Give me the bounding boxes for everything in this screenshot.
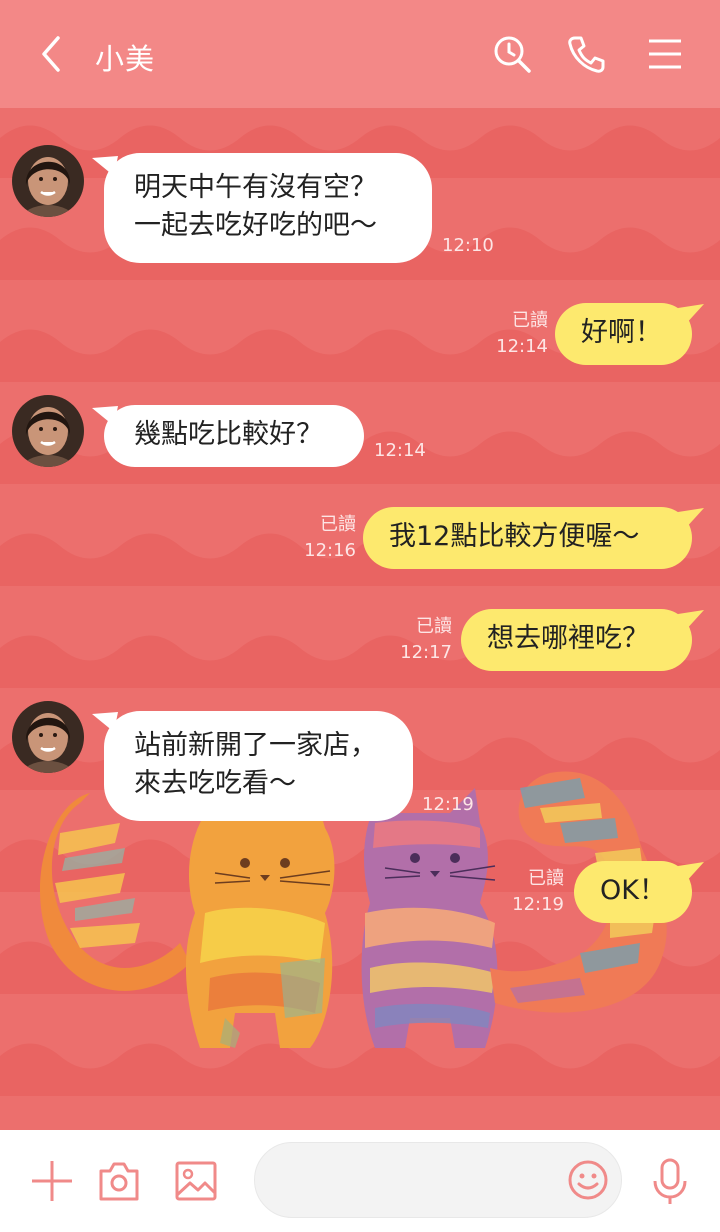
back-icon (42, 36, 60, 72)
mic-icon (653, 1158, 687, 1204)
message-text: 來去吃吃看～ (134, 768, 296, 799)
search-icon (494, 36, 531, 73)
message-time: 12:19 (422, 794, 474, 815)
message-meta: 已讀 12:14 (490, 308, 548, 360)
phone-icon (568, 36, 605, 73)
message-bubble-outgoing[interactable]: 我12點比較方便喔～ (363, 507, 692, 569)
message-text: 明天中午有沒有空？ (134, 172, 377, 203)
message-bubble-incoming[interactable]: 明天中午有沒有空？ 一起去吃好吃的吧～ (104, 153, 432, 263)
message-time: 12:14 (496, 336, 548, 357)
menu-icon (649, 39, 681, 69)
contact-avatar[interactable] (12, 701, 84, 773)
read-receipt: 已讀 (528, 868, 564, 889)
contact-name: 小美 (95, 42, 156, 76)
message-text: 想去哪裡吃？ (487, 623, 649, 654)
contact-avatar[interactable] (12, 395, 84, 467)
menu-button[interactable] (646, 34, 686, 74)
avatar-photo (12, 701, 84, 773)
message-text: OK！ (600, 875, 666, 906)
read-receipt: 已讀 (320, 514, 356, 535)
message-text: 站前新開了一家店， (134, 730, 377, 761)
camera-button[interactable] (97, 1159, 141, 1207)
message-text: 好啊！ (581, 317, 662, 348)
message-meta: 已讀 12:16 (298, 512, 356, 564)
read-receipt: 已讀 (512, 310, 548, 331)
chat-area[interactable]: 明天中午有沒有空？ 一起去吃好吃的吧～ 12:10 已讀 12:14 好啊！ 幾… (0, 108, 720, 1130)
message-text: 幾點吃比較好？ (134, 419, 323, 450)
avatar-photo (12, 395, 84, 467)
message-bubble-outgoing[interactable]: OK！ (574, 861, 692, 923)
back-button[interactable] (34, 34, 74, 74)
call-button[interactable] (566, 34, 606, 74)
emoji-button[interactable] (567, 1159, 609, 1205)
message-time: 12:19 (512, 894, 564, 915)
image-icon (175, 1161, 217, 1201)
message-input[interactable] (254, 1142, 622, 1218)
plus-icon (32, 1161, 72, 1201)
message-time: 12:10 (442, 235, 494, 256)
message-bubble-incoming[interactable]: 幾點吃比較好？ (104, 405, 364, 467)
gallery-button[interactable] (174, 1159, 218, 1207)
message-text: 我12點比較方便喔～ (389, 521, 640, 552)
voice-button[interactable] (650, 1157, 690, 1209)
emoji-icon (568, 1160, 608, 1200)
message-time: 12:17 (400, 642, 452, 663)
read-receipt: 已讀 (416, 616, 452, 637)
message-field[interactable] (279, 1163, 563, 1190)
add-button[interactable] (30, 1159, 74, 1207)
contact-avatar[interactable] (12, 145, 84, 217)
chat-header: 小美 (0, 0, 720, 108)
message-bubble-outgoing[interactable]: 想去哪裡吃？ (461, 609, 692, 671)
message-time: 12:16 (304, 540, 356, 561)
avatar-photo (12, 145, 84, 217)
camera-icon (99, 1162, 139, 1201)
message-time: 12:14 (374, 440, 426, 461)
search-button[interactable] (492, 34, 532, 74)
input-bar (0, 1130, 720, 1232)
message-meta: 已讀 12:17 (394, 614, 452, 666)
message-bubble-incoming[interactable]: 站前新開了一家店， 來去吃吃看～ (104, 711, 413, 821)
message-meta: 已讀 12:19 (506, 866, 564, 918)
message-text: 一起去吃好吃的吧～ (134, 210, 377, 241)
message-bubble-outgoing[interactable]: 好啊！ (555, 303, 692, 365)
